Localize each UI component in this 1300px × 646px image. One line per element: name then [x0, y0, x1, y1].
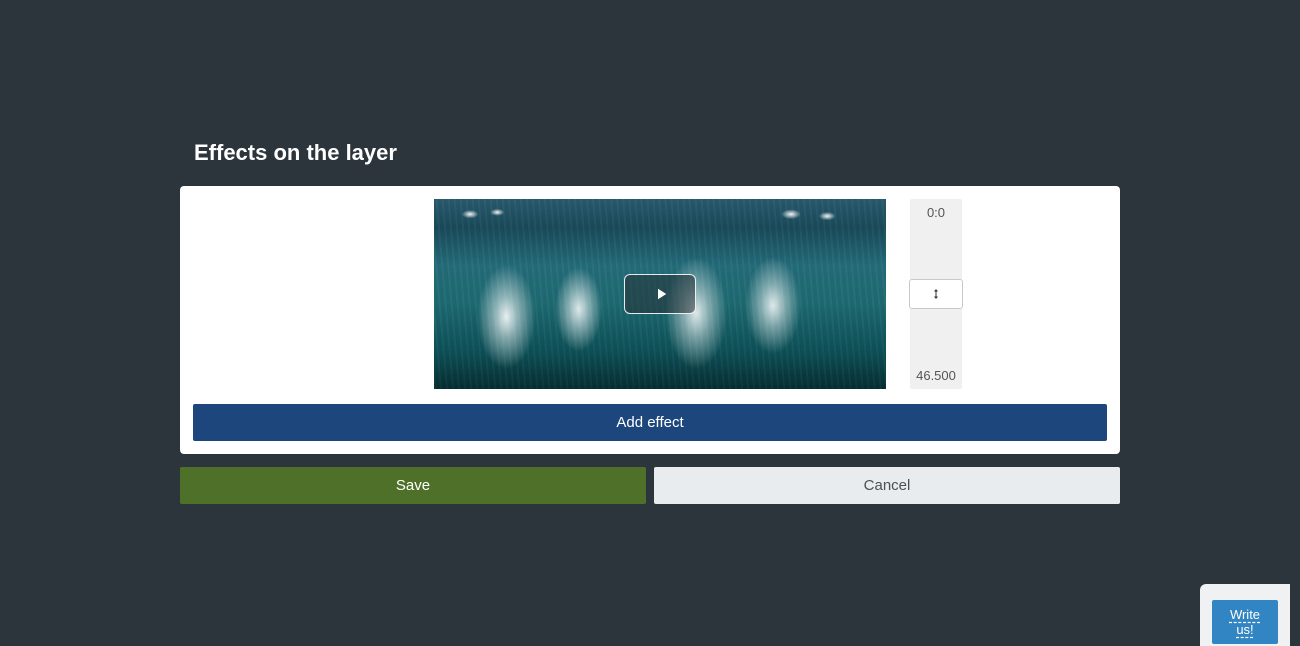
effects-panel: 0:0 46.500 Add effect	[180, 186, 1120, 454]
add-effect-button[interactable]: Add effect	[193, 404, 1107, 441]
timeline-end-label: 46.500	[910, 309, 962, 389]
timeline-start-label: 0:0	[910, 199, 962, 279]
resize-vertical-icon	[930, 287, 942, 301]
action-row: Save Cancel	[180, 467, 1120, 504]
video-preview[interactable]	[434, 199, 886, 389]
cancel-button[interactable]: Cancel	[654, 467, 1120, 504]
preview-row: 0:0 46.500	[193, 199, 1107, 389]
write-us-tab: Write us!	[1200, 584, 1290, 646]
write-us-button[interactable]: Write us!	[1212, 600, 1278, 644]
save-button[interactable]: Save	[180, 467, 646, 504]
page-title: Effects on the layer	[194, 140, 1120, 166]
play-button[interactable]	[624, 274, 696, 314]
timeline-slider[interactable]: 0:0 46.500	[910, 199, 962, 389]
timeline-handle[interactable]	[909, 279, 963, 309]
play-icon	[652, 285, 670, 303]
